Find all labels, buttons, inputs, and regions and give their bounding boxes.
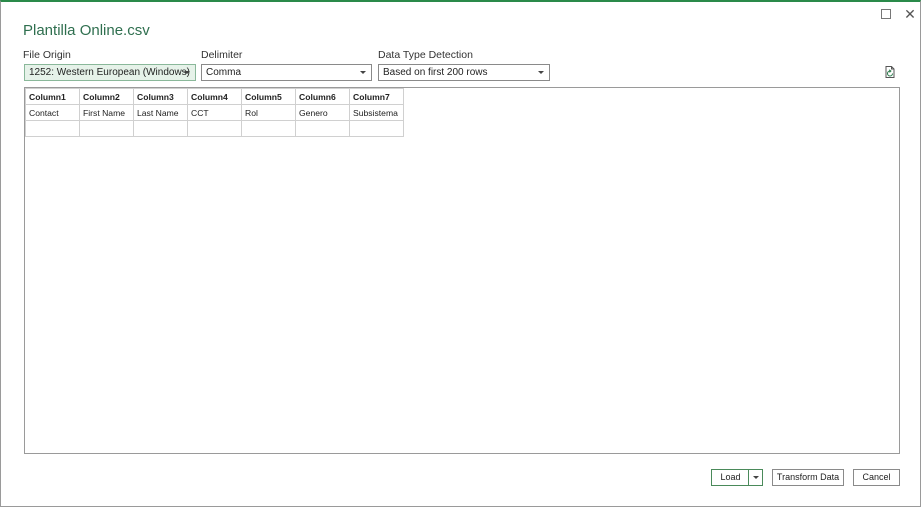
cancel-button[interactable]: Cancel	[853, 469, 900, 486]
chevron-down-icon	[184, 71, 190, 74]
data-type-detection-label: Data Type Detection	[378, 49, 473, 61]
table-row: Contact First Name Last Name CCT Rol Genero Su…	[25, 104, 404, 121]
table-cell: Last Name	[133, 104, 188, 121]
column-header[interactable]: Column7	[349, 88, 404, 105]
import-dialog: ✕ Plantilla Online.csv File Origin 1252:…	[0, 0, 921, 507]
table-cell	[187, 120, 242, 137]
table-cell: Subsistema	[349, 104, 404, 121]
restore-icon[interactable]	[877, 5, 895, 23]
data-type-detection-value: Based on first 200 rows	[383, 67, 488, 78]
file-origin-value: 1252: Western European (Windows)	[29, 67, 191, 78]
transform-data-button[interactable]: Transform Data	[772, 469, 844, 486]
table-cell	[25, 120, 80, 137]
column-header[interactable]: Column2	[79, 88, 134, 105]
column-header[interactable]: Column1	[25, 88, 80, 105]
delimiter-value: Comma	[206, 67, 242, 78]
table-row	[25, 120, 404, 137]
table-cell	[79, 120, 134, 137]
file-origin-select[interactable]: 1252: Western European (Windows)	[24, 64, 196, 81]
table-cell: CCT	[187, 104, 242, 121]
load-button[interactable]: Load	[711, 469, 750, 486]
preview-body: Contact First Name Last Name CCT Rol Genero Su…	[25, 104, 404, 137]
delimiter-select[interactable]: Comma	[201, 64, 372, 81]
dialog-title: Plantilla Online.csv	[23, 22, 150, 39]
table-cell: Rol	[241, 104, 296, 121]
column-header[interactable]: Column4	[187, 88, 242, 105]
chevron-down-icon	[360, 71, 366, 74]
load-dropdown-button[interactable]	[748, 469, 763, 486]
column-header[interactable]: Column6	[295, 88, 350, 105]
table-cell	[241, 120, 296, 137]
close-icon[interactable]: ✕	[901, 5, 919, 23]
table-cell	[349, 120, 404, 137]
table-cell: Genero	[295, 104, 350, 121]
data-preview: Column1 Column2 Column3 Column4 Column5 Colum…	[24, 87, 900, 454]
preview-table: Column1 Column2 Column3 Column4 Column5 Colum…	[25, 88, 404, 137]
chevron-down-icon	[538, 71, 544, 74]
file-origin-label: File Origin	[23, 49, 71, 61]
table-cell	[133, 120, 188, 137]
column-header[interactable]: Column5	[241, 88, 296, 105]
header-row: Column1 Column2 Column3 Column4 Column5 Colum…	[25, 88, 404, 105]
table-cell: Contact	[25, 104, 80, 121]
table-cell: First Name	[79, 104, 134, 121]
data-type-detection-select[interactable]: Based on first 200 rows	[378, 64, 550, 81]
column-header[interactable]: Column3	[133, 88, 188, 105]
chevron-down-icon	[752, 476, 759, 480]
refresh-document-icon[interactable]	[883, 65, 897, 79]
table-cell	[295, 120, 350, 137]
delimiter-label: Delimiter	[201, 49, 243, 61]
